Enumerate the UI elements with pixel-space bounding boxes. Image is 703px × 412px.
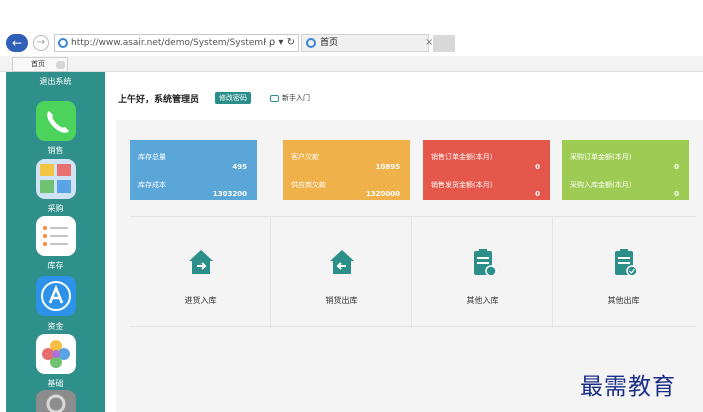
action-label: 其他入库 — [466, 296, 499, 305]
other-in-button[interactable]: 其他入库 — [412, 217, 553, 328]
tab-close-icon[interactable] — [56, 61, 65, 69]
stat-value: 1320000 — [365, 190, 400, 198]
sidebar-item-sales[interactable]: 销售 — [6, 145, 105, 156]
address-url: http://www.asair.net/demo/System/SystemF… — [71, 38, 295, 48]
browser-tab-title: 首页 — [320, 38, 339, 48]
tab-favicon-icon — [306, 38, 316, 48]
sidebar-item-funds[interactable]: 资金 — [6, 321, 105, 332]
purchase-in-button[interactable]: 进货入库 — [130, 217, 271, 328]
stat-card-sales[interactable]: 销售订单金额(本月) 0 销售发货金额(本月) 0 — [423, 140, 550, 200]
browser-tab[interactable]: 首页 — [301, 34, 429, 52]
new-tab-button[interactable] — [433, 35, 455, 52]
ie-icon — [58, 38, 68, 48]
action-label: 销货出库 — [325, 296, 358, 305]
tab-home-label: 首页 — [31, 60, 45, 68]
beginner-guide-link[interactable]: 新手入门 — [270, 93, 310, 103]
quick-actions: 进货入库 销货出库 其他入库 其他出库 — [130, 216, 696, 328]
stat-value: 0 — [535, 163, 540, 171]
stat-value: 0 — [535, 190, 540, 198]
stat-value: 495 — [232, 163, 247, 171]
beginner-guide-label: 新手入门 — [282, 94, 310, 102]
photos-icon[interactable] — [36, 159, 76, 199]
change-password-button[interactable]: 修改密码 — [215, 92, 251, 104]
forward-button[interactable]: → — [33, 35, 49, 51]
action-label: 进货入库 — [184, 296, 217, 305]
action-label: 其他出库 — [607, 296, 640, 305]
stat-card-purchases[interactable]: 采购订单金额(本月) 0 采购入库金额(本月) 0 — [562, 140, 689, 200]
tab-home[interactable]: 首页 — [12, 57, 68, 72]
gear-icon[interactable] — [36, 390, 76, 412]
other-out-button[interactable]: 其他出库 — [553, 217, 694, 328]
stat-label: 客户欠款 — [291, 153, 319, 161]
stat-label: 销售发货金额(本月) — [431, 181, 493, 189]
screen: ← → http://www.asair.net/demo/System/Sys… — [0, 0, 703, 412]
stat-card-debts[interactable]: 客户欠款 10895 供应商欠款 1320000 — [283, 140, 410, 200]
address-bar[interactable]: http://www.asair.net/demo/System/SystemF… — [54, 34, 299, 52]
greeting-text: 上午好，系统管理员 — [118, 95, 200, 105]
phone-icon[interactable] — [36, 101, 76, 141]
stat-value: 0 — [674, 163, 679, 171]
app-tab-strip: 首页 — [0, 56, 703, 72]
sales-out-button[interactable]: 销货出库 — [271, 217, 412, 328]
clipboard-in-icon — [474, 249, 497, 277]
sidebar: 退出系统 销售 采购 库存 资金 基础 — [6, 72, 105, 412]
stat-card-inventory[interactable]: 库存总量 495 库存成本 1303200 — [130, 140, 257, 200]
stat-label: 库存总量 — [138, 153, 166, 161]
stat-label: 采购订单金额(本月) — [570, 153, 632, 161]
back-button[interactable]: ← — [6, 34, 28, 52]
house-out-icon — [330, 250, 354, 274]
stat-value: 0 — [674, 190, 679, 198]
house-in-icon — [189, 250, 213, 274]
stat-value: 10895 — [375, 163, 400, 171]
stat-value: 1303200 — [212, 190, 247, 198]
sidebar-item-basic[interactable]: 基础 — [6, 378, 105, 389]
app-store-icon[interactable] — [36, 276, 76, 316]
stat-label: 采购入库金额(本月) — [570, 181, 632, 189]
stat-label: 销售订单金额(本月) — [431, 153, 493, 161]
tv-icon — [270, 94, 279, 102]
browser-toolbar: ← → http://www.asair.net/demo/System/Sys… — [0, 30, 703, 56]
logout-link[interactable]: 退出系统 — [6, 76, 105, 87]
notes-icon[interactable] — [36, 216, 76, 256]
address-controls[interactable]: ρ ▾ ↻ — [265, 35, 295, 51]
clipboard-out-icon — [615, 249, 638, 277]
flower-icon[interactable] — [36, 334, 76, 374]
main-content: 上午好，系统管理员 修改密码 新手入门 库存总量 495 库存成本 130320… — [105, 72, 703, 412]
watermark-text: 最需教育 — [580, 374, 676, 400]
stat-label: 供应商欠款 — [291, 181, 326, 189]
sidebar-item-inventory[interactable]: 库存 — [6, 260, 105, 271]
sidebar-item-purchase[interactable]: 采购 — [6, 203, 105, 214]
stat-label: 库存成本 — [138, 181, 166, 189]
